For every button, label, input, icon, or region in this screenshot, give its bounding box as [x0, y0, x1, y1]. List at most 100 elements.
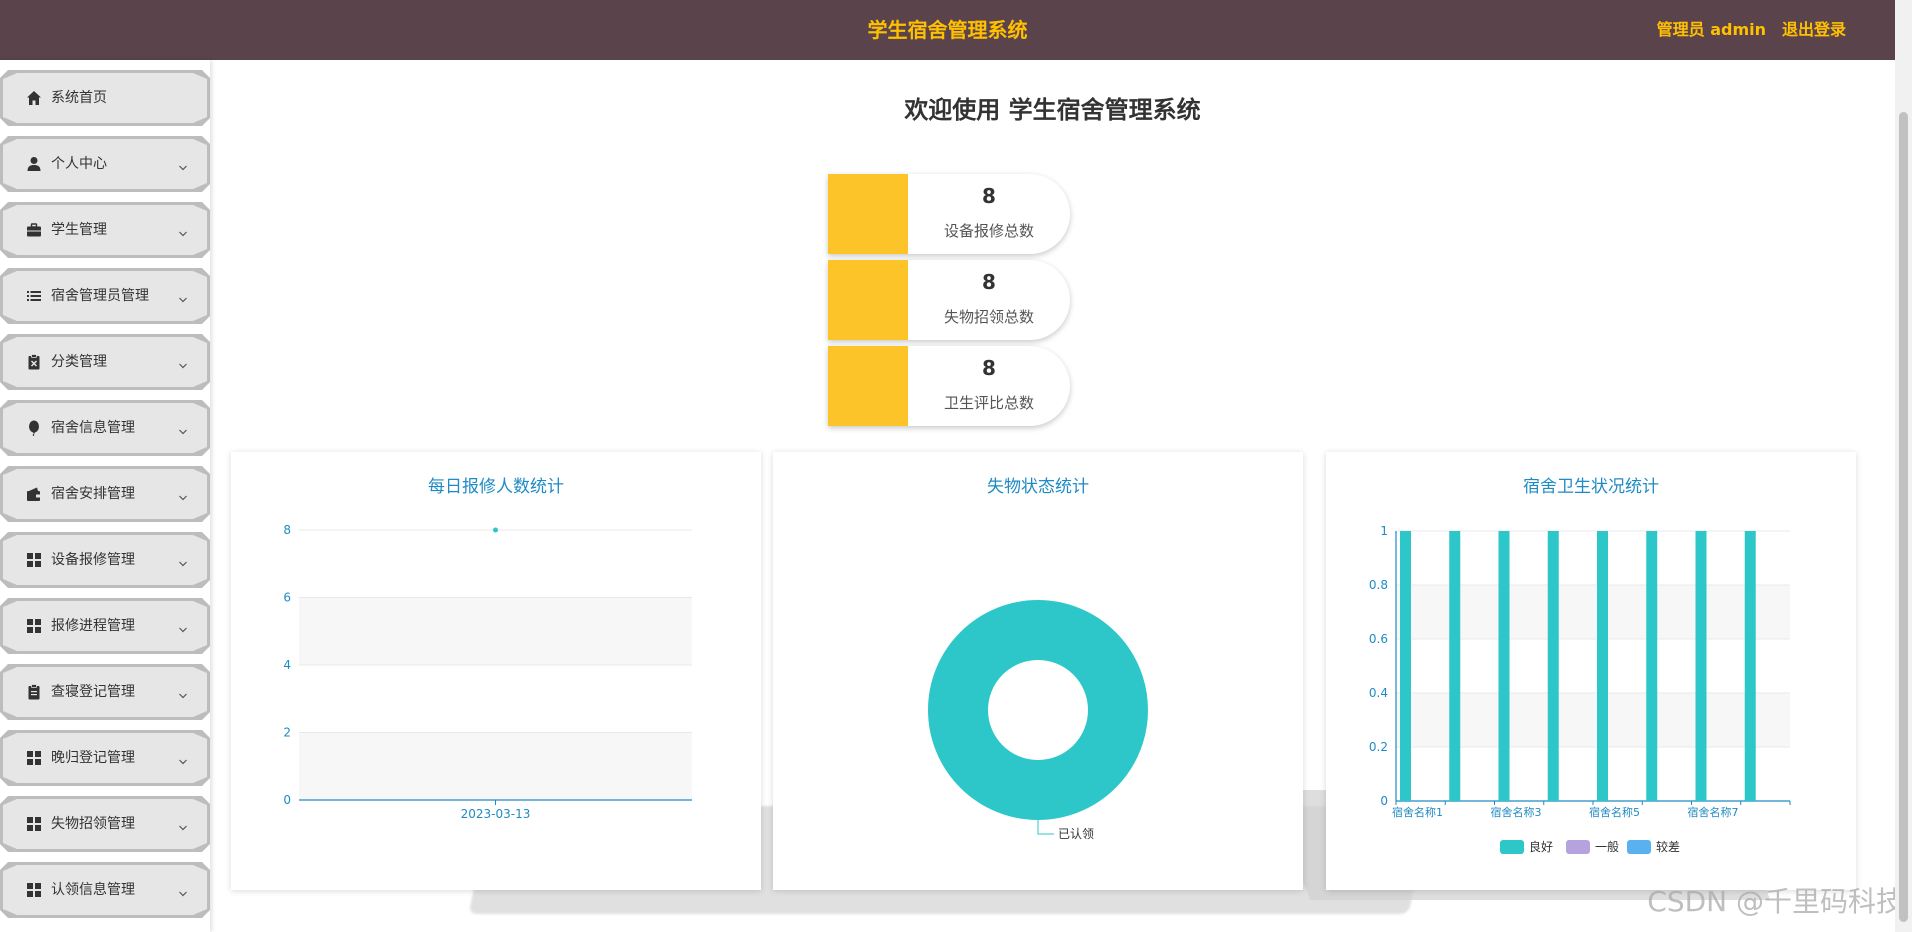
sidebar-item-label: 报修进程管理: [51, 618, 135, 634]
sidebar-item-9[interactable]: 报修进程管理: [0, 598, 210, 654]
chevron-down-icon: [178, 290, 188, 300]
sidebar-item-label: 学生管理: [51, 222, 107, 238]
page-scrollbar[interactable]: [1895, 0, 1912, 932]
balloon-icon: [26, 420, 42, 436]
legend-label: 较差: [1656, 839, 1680, 854]
y-tick-label: 0: [1380, 794, 1388, 808]
x-tick-label: 宿舍名称1: [1392, 805, 1443, 819]
sidebar-item-label: 认领信息管理: [51, 882, 135, 898]
current-user-label[interactable]: 管理员 admin: [1657, 0, 1766, 60]
x-tick-label: 宿舍名称7: [1688, 805, 1739, 819]
chevron-down-icon: [178, 158, 188, 168]
watermark: CSDN @千里码科技: [1647, 885, 1904, 918]
sidebar-item-label: 查寝登记管理: [51, 684, 135, 700]
wallet-icon: [26, 486, 42, 502]
chevron-down-icon: [178, 488, 188, 498]
sidebar-item-label: 失物招领管理: [51, 816, 135, 832]
app-root: 学生宿舍管理系统 管理员 admin 退出登录 系统首页个人中心学生管理宿舍管理…: [0, 0, 1912, 932]
sidebar-item-6[interactable]: 宿舍信息管理: [0, 400, 210, 456]
sidebar-item-label: 分类管理: [51, 354, 107, 370]
sidebar-item-label: 个人中心: [51, 156, 107, 172]
user-icon: [26, 156, 42, 172]
y-tick-label: 8: [283, 523, 291, 537]
stat-card-repairs: 8 设备报修总数: [828, 174, 1070, 254]
bar-chart: 0 0.2 0.4 0.6 0.8 1 宿舍名称1 宿舍名称3 宿舍名称5 宿舍名称7 良好 一般 较差: [1369, 524, 1791, 854]
top-header: 学生宿舍管理系统 管理员 admin 退出登录: [0, 0, 1895, 60]
chevron-down-icon: [178, 884, 188, 894]
grid-band: [299, 597, 692, 665]
scrollbar-thumb[interactable]: [1899, 112, 1908, 922]
system-title: 学生宿舍管理系统: [867, 18, 1028, 42]
sidebar-item-4[interactable]: 宿舍管理员管理: [0, 268, 210, 324]
bar: [1498, 531, 1510, 801]
sidebar-item-label: 系统首页: [51, 90, 107, 106]
donut-chart: 已认领: [928, 600, 1148, 841]
grid-icon: [26, 552, 42, 568]
bar: [1449, 531, 1461, 801]
y-tick-label: 1: [1380, 524, 1388, 538]
chevron-down-icon: [178, 686, 188, 696]
stat-card-hygiene: 8 卫生评比总数: [828, 346, 1070, 426]
sidebar-item-2[interactable]: 个人中心: [0, 136, 210, 192]
slice-label-line: [1037, 820, 1054, 835]
sidebar-item-label: 宿舍管理员管理: [51, 288, 149, 304]
logout-link[interactable]: 退出登录: [1782, 0, 1846, 60]
sidebar-item-label: 设备报修管理: [51, 552, 135, 568]
home-icon: [26, 90, 42, 106]
sidebar-item-11[interactable]: 晚归登记管理: [0, 730, 210, 786]
clipboard-icon: [26, 684, 42, 700]
legend-swatch: [1566, 840, 1590, 854]
sidebar-item-8[interactable]: 设备报修管理: [0, 532, 210, 588]
y-tick-label: 0.4: [1369, 686, 1388, 700]
chevron-down-icon: [178, 356, 188, 366]
legend-swatch: [1627, 840, 1651, 854]
chart-panel-lost-status: 失物状态统计 已认领: [773, 452, 1303, 890]
sidebar-item-label: 宿舍信息管理: [51, 420, 135, 436]
bar: [1695, 531, 1707, 801]
sidebar-item-12[interactable]: 失物招领管理: [0, 796, 210, 852]
stat-color-block: [828, 346, 908, 426]
chart-panel-hygiene: 宿舍卫生状况统计 0 0.2 0.4 0.6 0.8 1 宿舍名称1 宿舍名称3 宿舍名称5 宿舍…: [1326, 452, 1856, 890]
welcome-heading: 欢迎使用 学生宿舍管理系统: [904, 96, 1201, 124]
stat-color-block: [828, 174, 908, 254]
stat-value: 8: [982, 270, 996, 294]
stat-value: 8: [982, 356, 996, 380]
data-point: [493, 527, 498, 533]
y-tick-label: 2: [283, 726, 291, 740]
clipboard-x-icon: [26, 354, 42, 370]
y-tick-label: 0.8: [1369, 578, 1388, 592]
pie-slice: [928, 600, 1148, 820]
sidebar-item-label: 宿舍安排管理: [51, 486, 135, 502]
sidebar-item-5[interactable]: 分类管理: [0, 334, 210, 390]
grid-icon: [26, 882, 42, 898]
chevron-down-icon: [178, 224, 188, 234]
sidebar-item-label: 晚归登记管理: [51, 750, 135, 766]
stat-value: 8: [982, 184, 996, 208]
grid-icon: [26, 618, 42, 634]
x-tick-label: 宿舍名称3: [1491, 805, 1542, 819]
chevron-down-icon: [178, 554, 188, 564]
slice-label: 已认领: [1058, 827, 1094, 841]
stat-label: 卫生评比总数: [943, 394, 1034, 412]
line-chart: 0 2 4 6 8 2023-03-13: [283, 523, 692, 821]
sidebar-item-1[interactable]: 系统首页: [0, 70, 210, 126]
y-tick-label: 0.6: [1369, 632, 1388, 646]
sidebar-item-10[interactable]: 查寝登记管理: [0, 664, 210, 720]
bar: [1646, 531, 1658, 801]
legend-swatch: [1500, 840, 1524, 854]
chevron-down-icon: [178, 818, 188, 828]
y-tick-label: 0.2: [1369, 740, 1388, 754]
y-tick-label: 0: [283, 793, 291, 807]
grid-icon: [26, 750, 42, 766]
briefcase-icon: [26, 222, 42, 238]
bar: [1400, 531, 1411, 801]
chevron-down-icon: [178, 752, 188, 762]
sidebar-menu: 系统首页个人中心学生管理宿舍管理员管理 分类管理宿舍信息管理 宿舍安排管理 设备报修管…: [0, 60, 210, 932]
bar: [1744, 531, 1756, 801]
sidebar-item-13[interactable]: 认领信息管理: [0, 862, 210, 918]
sidebar-item-3[interactable]: 学生管理: [0, 202, 210, 258]
bar: [1597, 531, 1608, 801]
sidebar-item-7[interactable]: 宿舍安排管理: [0, 466, 210, 522]
stat-label: 设备报修总数: [943, 222, 1034, 240]
x-tick-label: 宿舍名称5: [1589, 805, 1640, 819]
